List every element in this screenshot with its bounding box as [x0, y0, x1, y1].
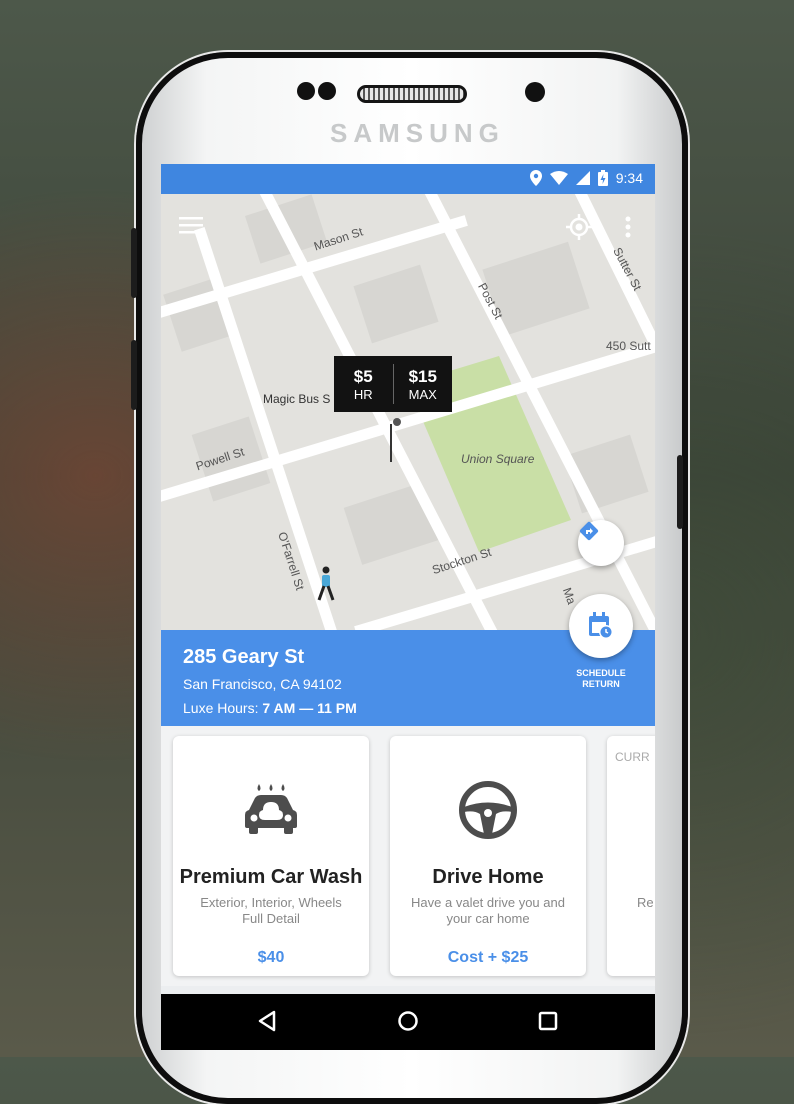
hourly-unit: HR [353, 386, 373, 402]
signal-icon [575, 171, 590, 185]
walking-person-icon [317, 566, 335, 601]
directions-button[interactable] [578, 520, 624, 566]
max-rate: $15 MAX [394, 356, 453, 412]
street-label: Magic Bus S [263, 392, 331, 406]
status-time: 9:34 [615, 170, 643, 186]
hourly-rate: $5 HR [334, 356, 393, 412]
luxe-hours: Luxe Hours: 7 AM — 11 PM [183, 700, 357, 716]
back-icon[interactable] [257, 1010, 277, 1032]
address-city: San Francisco, CA 94102 [183, 676, 342, 692]
current-label-partial: CURR [615, 750, 650, 764]
schedule-line: SCHEDULE [576, 668, 626, 678]
return-line: RETURN [582, 679, 620, 689]
map-streets [161, 194, 655, 630]
system-nav-bar [161, 994, 655, 1050]
map-view[interactable]: Mason St Post St Sutter St 450 Sutt Magi… [161, 194, 655, 630]
hours-value: 7 AM — 11 PM [262, 700, 357, 716]
service-description: Exterior, Interior, Wheels Full Detail [183, 895, 359, 927]
wifi-icon [549, 171, 568, 185]
power-button [677, 455, 683, 529]
front-camera [525, 82, 545, 102]
description-line: Full Detail [242, 911, 300, 926]
schedule-return-button[interactable] [569, 594, 633, 658]
volume-down-button [131, 340, 137, 410]
brand-logo: SAMSUNG [330, 118, 505, 148]
price-pin[interactable]: $5 HR $15 MAX [334, 356, 452, 412]
service-description: Have a valet drive you and your car home [400, 895, 576, 927]
car-wash-icon [245, 784, 297, 834]
battery-icon [597, 170, 608, 186]
service-card-drive-home[interactable]: Drive Home Have a valet drive you and yo… [390, 736, 586, 976]
description-line: Exterior, Interior, Wheels [200, 895, 342, 910]
screen: 9:34 Mason St Post St Sutter St 450 Sutt… [161, 164, 655, 1050]
recents-icon[interactable] [538, 1011, 558, 1031]
max-unit: MAX [408, 386, 437, 402]
sensor-dot [297, 82, 315, 100]
description-line: your car home [446, 911, 530, 926]
sensor-dot [318, 82, 336, 100]
description-partial: Re [637, 895, 654, 910]
service-card-car-wash[interactable]: Premium Car Wash Exterior, Interior, Whe… [173, 736, 369, 976]
my-location-icon[interactable] [566, 214, 592, 240]
volume-up-button [131, 228, 137, 298]
service-price: $40 [257, 949, 285, 966]
location-icon [529, 170, 542, 186]
address-title: 285 Geary St [183, 646, 305, 668]
schedule-return-label: SCHEDULE RETURN [559, 668, 643, 690]
max-price: $15 [408, 366, 437, 386]
hourly-price: $5 [353, 366, 373, 386]
directions-icon [579, 521, 599, 541]
services-carousel[interactable]: Premium Car Wash Exterior, Interior, Whe… [161, 726, 655, 986]
service-title: Drive Home [432, 866, 544, 888]
status-bar: 9:34 [161, 164, 655, 194]
menu-icon[interactable] [179, 216, 203, 234]
street-label: 450 Sutt [606, 339, 651, 353]
earpiece-speaker [357, 85, 467, 103]
hours-label: Luxe Hours: [183, 700, 259, 716]
service-price: Cost + $25 [447, 949, 529, 966]
steering-wheel-icon [459, 781, 517, 839]
more-options-icon[interactable] [625, 216, 631, 238]
service-card-partial[interactable]: CURR Re [607, 736, 655, 976]
calendar-clock-icon [589, 612, 613, 639]
home-icon[interactable] [397, 1010, 419, 1032]
description-line: Have a valet drive you and [411, 895, 565, 910]
service-title: Premium Car Wash [179, 866, 363, 888]
street-label: Union Square [461, 452, 535, 466]
